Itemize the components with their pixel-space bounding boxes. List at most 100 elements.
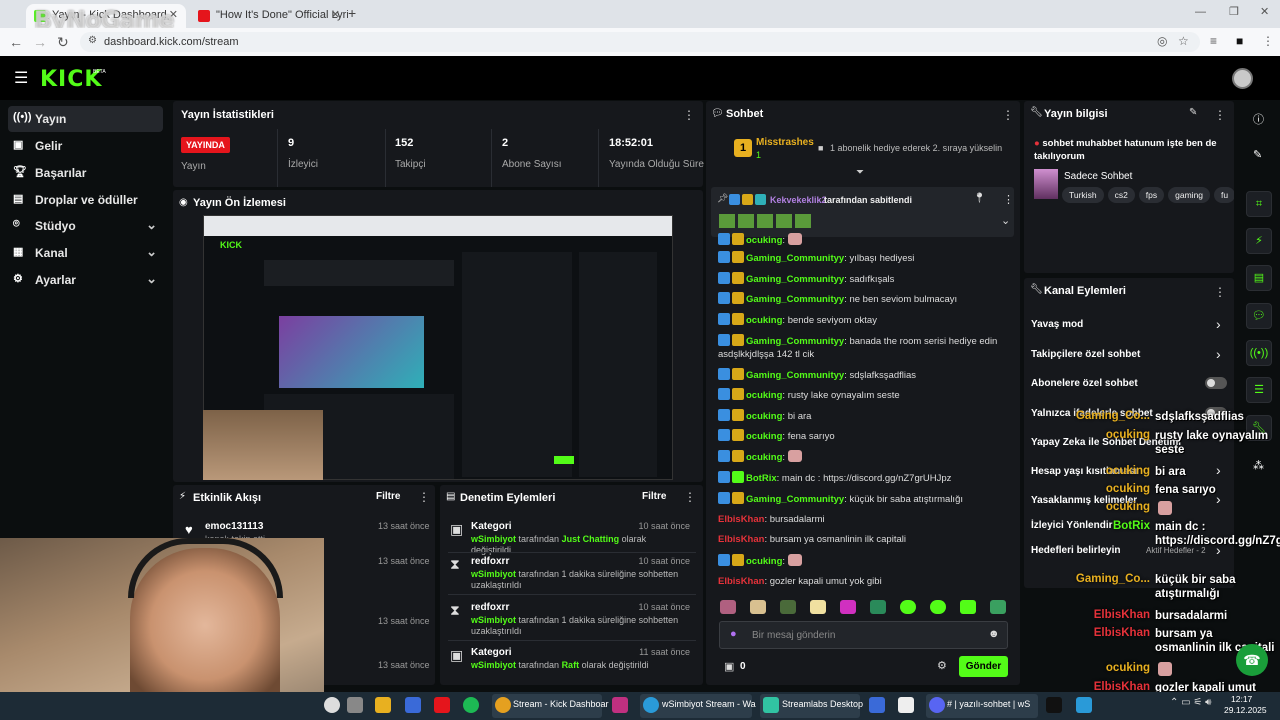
expand-icon[interactable]: ⌄ <box>1001 214 1010 227</box>
activity-filter-button[interactable]: Filtre <box>376 491 400 502</box>
tiktok-icon[interactable] <box>1046 697 1062 713</box>
chat-button[interactable]: 💬︎ <box>1246 303 1272 329</box>
document-button[interactable]: ▤ <box>1246 265 1272 291</box>
top-gifter-name[interactable]: Misstrashes <box>756 137 814 148</box>
chat-username[interactable]: ocuking <box>746 431 782 442</box>
action-followers-only[interactable]: Takipçilere özel sohbet <box>1031 349 1140 360</box>
collapse-icon[interactable]: ⏷ <box>856 167 864 178</box>
app-icon[interactable] <box>898 697 914 713</box>
more-options-icon[interactable]: ⋮ <box>683 108 695 122</box>
browser-menu-icon[interactable]: ⋮ <box>1262 34 1274 48</box>
emote-icon[interactable] <box>930 600 946 614</box>
tag[interactable]: fu <box>1214 187 1234 203</box>
spotify-icon[interactable] <box>463 697 479 713</box>
chat-username[interactable]: ocuking <box>746 315 782 326</box>
emote-icon[interactable] <box>960 600 976 614</box>
app-icon[interactable] <box>1076 697 1092 713</box>
chat-username[interactable]: ElbisKhan <box>718 514 764 525</box>
user-avatar[interactable] <box>1232 68 1253 89</box>
emote-icon[interactable] <box>810 600 826 614</box>
action-slow-mode[interactable]: Yavaş mod <box>1031 319 1083 330</box>
back-icon[interactable]: ← <box>9 34 23 50</box>
emote-icon[interactable] <box>900 600 916 614</box>
tag[interactable]: fps <box>1138 187 1165 203</box>
edit-icon[interactable]: ✎ <box>1189 107 1197 118</box>
pencil-icon[interactable]: ✎ <box>1253 148 1262 161</box>
more-options-icon[interactable]: ⋮ <box>1214 285 1226 299</box>
subscribers-only-toggle[interactable] <box>1205 377 1227 389</box>
site-info-icon[interactable]: ⚙ <box>88 35 97 46</box>
sidebar-item-kanal[interactable]: ▦ Kanal ⌄ <box>8 240 163 266</box>
sidebar-item-gelir[interactable]: ▣ Gelir <box>8 133 163 159</box>
sidebar-item-studyo[interactable]: ⌾ Stüdyo ⌄ <box>8 213 163 239</box>
emote-icon[interactable] <box>840 600 856 614</box>
tag[interactable]: Turkish <box>1062 187 1104 203</box>
sidebar-item-ayarlar[interactable]: ⚙ Ayarlar ⌄ <box>8 267 163 293</box>
chat-username[interactable]: ocuking <box>746 452 782 463</box>
new-tab-button[interactable]: + <box>348 5 356 21</box>
app-icon[interactable] <box>324 697 340 713</box>
chat-username[interactable]: ocuking <box>746 390 782 401</box>
more-options-icon[interactable]: ⋮ <box>1002 108 1014 122</box>
chat-input[interactable]: ● Bir mesaj gönderin ☻ <box>719 621 1008 649</box>
chat-username[interactable]: ElbisKhan <box>718 576 764 587</box>
clip-button[interactable]: ⌗ <box>1246 191 1272 217</box>
youtube-icon[interactable] <box>434 697 450 713</box>
close-window-icon[interactable]: ✕ <box>1260 5 1269 18</box>
chat-username[interactable]: ocuking <box>746 556 782 567</box>
extension-icon[interactable]: ■ <box>1236 34 1243 48</box>
address-bar[interactable]: ⚙ dashboard.kick.com/stream ◎ ☆ <box>80 32 1200 52</box>
info-icon[interactable]: ⓘ <box>1253 111 1264 127</box>
close-tab-icon[interactable]: ✕ <box>331 8 340 21</box>
tag[interactable]: gaming <box>1168 187 1211 203</box>
emote-icon[interactable] <box>870 600 886 614</box>
unpin-icon[interactable]: 📍︎ <box>973 193 986 204</box>
browser-tab[interactable]: "How It's Done" Official Lyric Vi ✕ <box>190 4 348 28</box>
instagram-icon[interactable] <box>612 697 628 713</box>
reading-list-icon[interactable]: ≡ <box>1210 34 1217 48</box>
chat-username[interactable]: ocuking <box>746 235 782 246</box>
lightning-button[interactable]: ⚡︎ <box>1246 228 1272 254</box>
sidebar-item-yayin[interactable]: ((•)) Yayın <box>8 106 163 132</box>
emote-icon[interactable] <box>750 600 766 614</box>
chat-username[interactable]: Gaming_Communityy <box>746 294 844 305</box>
reload-icon[interactable]: ↻ <box>57 34 69 51</box>
action-set-goals[interactable]: Hedefleri belirleyin <box>1031 545 1120 556</box>
hide-eye-icon[interactable]: ◎ <box>1157 34 1167 48</box>
layout-button[interactable]: ☰ <box>1246 377 1272 403</box>
sidebar-item-droplar[interactable]: ▤ Droplar ve ödüller <box>8 187 163 213</box>
mic-icon[interactable]: ● <box>730 628 737 640</box>
hamburger-menu-icon[interactable]: ☰ <box>14 68 28 88</box>
chat-username[interactable]: Gaming_Communityy <box>746 336 844 347</box>
more-options-icon[interactable]: ⋮ <box>1003 193 1014 206</box>
chat-username[interactable]: Gaming_Communityy <box>746 274 844 285</box>
chat-username[interactable]: Gaming_Communityy <box>746 253 844 264</box>
chevron-right-icon[interactable]: › <box>1216 346 1221 362</box>
emoji-picker-icon[interactable]: ☻ <box>988 628 1000 640</box>
moderation-filter-button[interactable]: Filtre <box>642 491 666 502</box>
broadcast-button[interactable]: ((•)) <box>1246 340 1272 366</box>
chat-username[interactable]: ElbisKhan <box>718 534 764 545</box>
more-options-icon[interactable]: ⋮ <box>1214 108 1226 122</box>
system-tray[interactable]: ⌃ ▭ ⚟ 🔊︎ <box>1170 697 1211 708</box>
sidebar-item-basarilar[interactable]: 🏆︎ Başarılar <box>8 160 163 186</box>
chevron-right-icon[interactable]: › <box>1216 316 1221 332</box>
tag[interactable]: cs2 <box>1107 187 1135 203</box>
app-icon[interactable] <box>405 697 421 713</box>
restore-icon[interactable]: ❐ <box>1229 5 1239 18</box>
chat-username[interactable]: ocuking <box>746 411 782 422</box>
file-explorer-icon[interactable] <box>375 697 391 713</box>
emote-icon[interactable] <box>990 600 1006 614</box>
task-view-icon[interactable] <box>347 697 363 713</box>
send-button[interactable]: Gönder <box>959 656 1008 677</box>
chat-username[interactable]: BotRix <box>746 473 777 484</box>
chat-username[interactable]: Gaming_Communityy <box>746 494 844 505</box>
chat-settings-icon[interactable]: ⚙ <box>937 659 947 672</box>
emote-icon[interactable] <box>780 600 796 614</box>
forward-icon[interactable]: → <box>33 34 47 50</box>
chat-username[interactable]: Gaming_Communityy <box>746 370 844 381</box>
emote-icon[interactable] <box>720 600 736 614</box>
minimize-icon[interactable]: — <box>1195 6 1206 18</box>
more-options-icon[interactable]: ⋮ <box>418 490 430 504</box>
category-name[interactable]: Sadece Sohbet <box>1064 171 1132 182</box>
